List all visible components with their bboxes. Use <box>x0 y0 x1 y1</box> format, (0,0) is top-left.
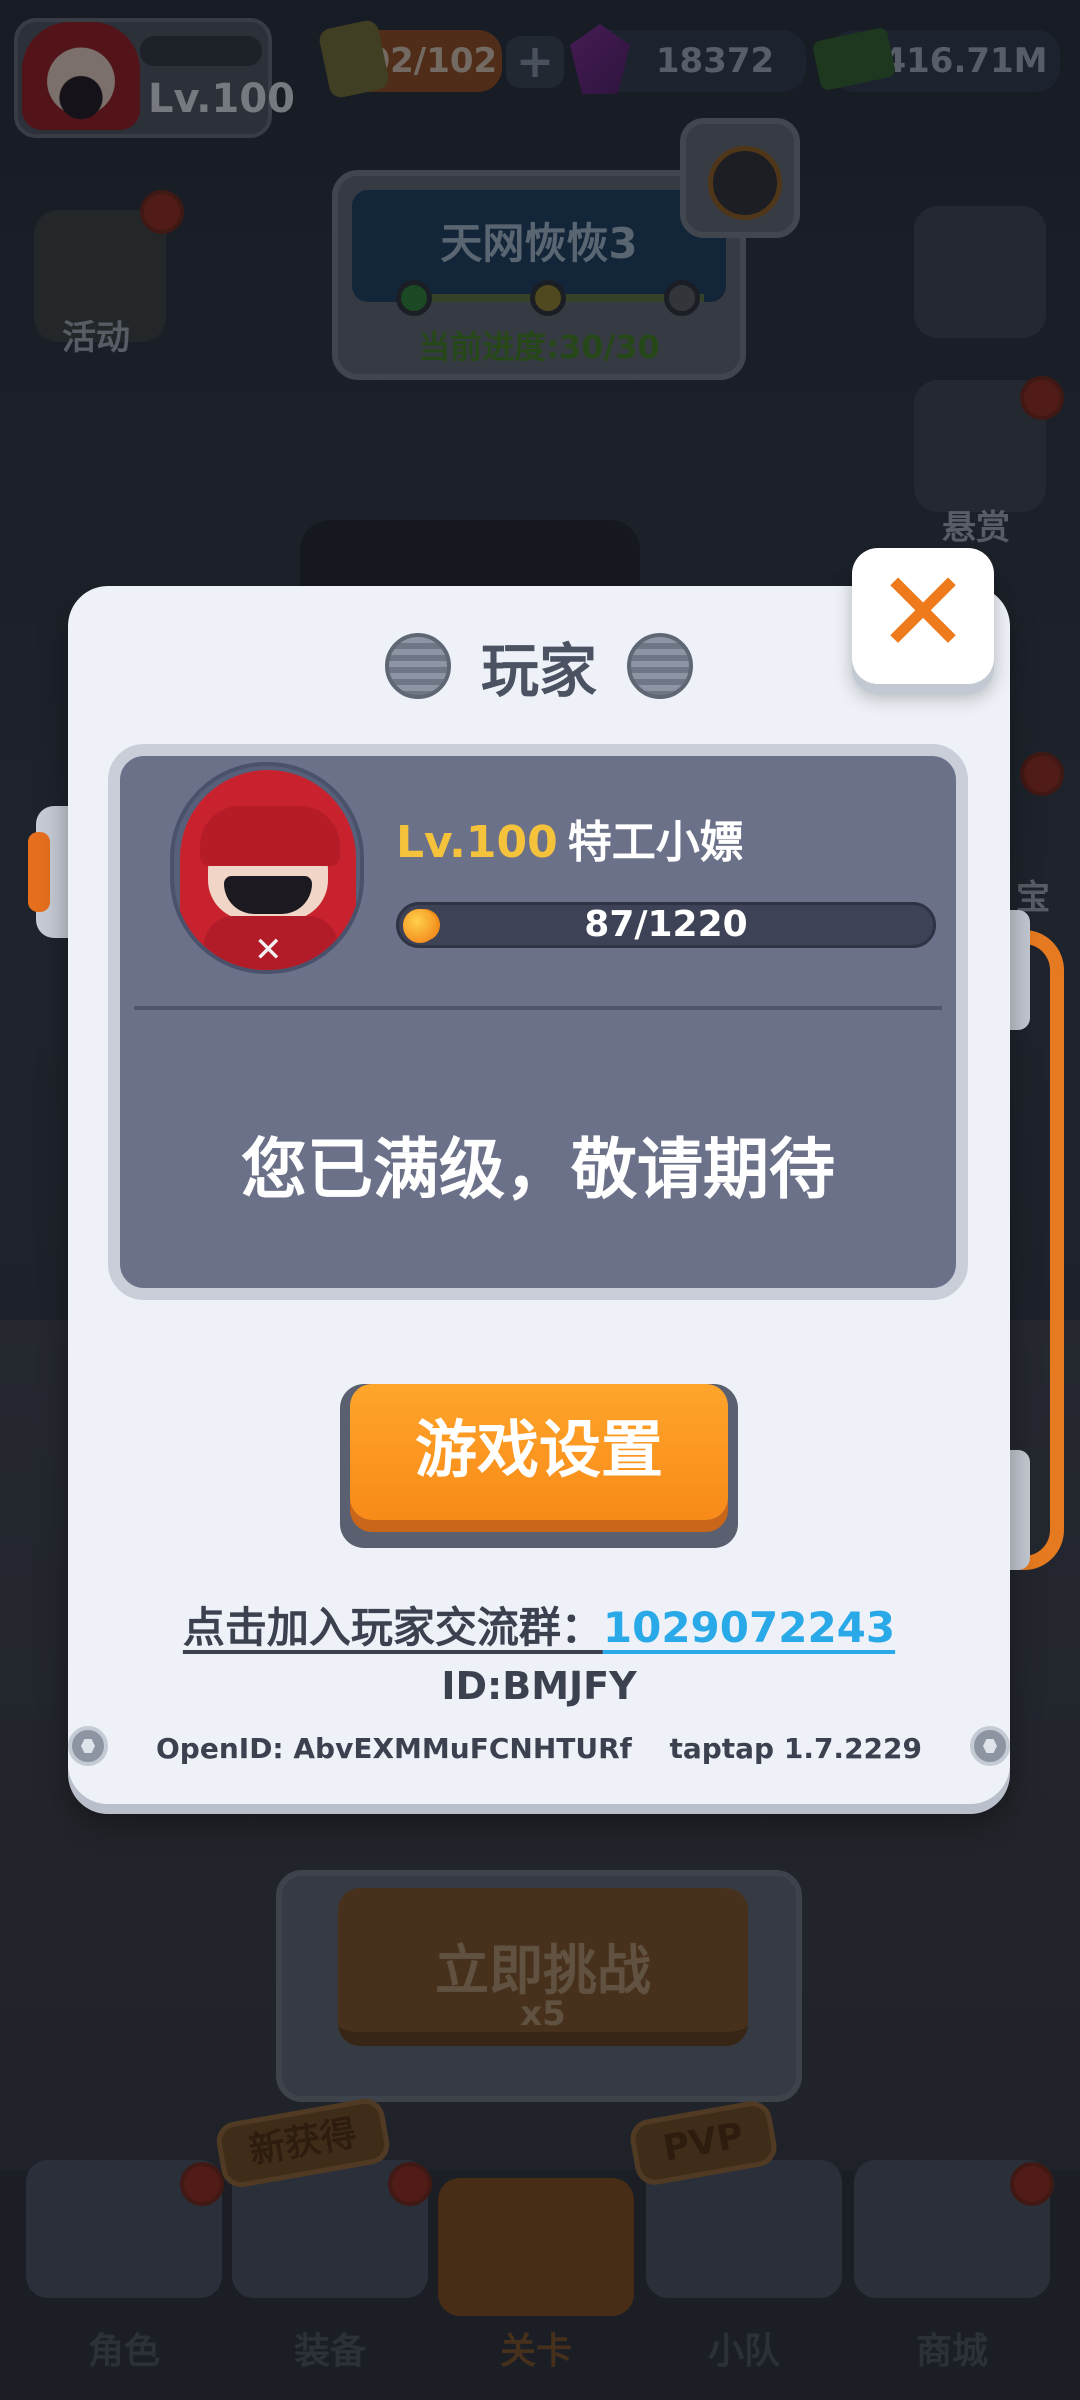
game-settings-button[interactable]: 游戏设置 <box>350 1384 728 1520</box>
divider <box>134 1006 942 1010</box>
player-portrait <box>170 762 364 974</box>
xp-value: 87/1220 <box>584 904 748 945</box>
max-level-message: 您已满级，敬请期待 <box>241 1131 835 1208</box>
player-dialog: 玩家 Lv.100特工小嫖 87/1220 您已满级，敬请期待 游戏设置 点击加… <box>68 586 1010 1804</box>
screw-icon <box>68 1726 108 1766</box>
player-level-line: Lv.100 特工小嫖 <box>396 806 744 870</box>
player-id: ID:BMJFY <box>441 1664 637 1708</box>
portrait-mouth <box>224 876 312 914</box>
app-version: taptap 1.7.2229 <box>669 1732 922 1765</box>
player-level: Lv.100 <box>396 817 558 868</box>
join-group-label: 点击加入玩家交流群： <box>182 1603 603 1652</box>
close-button[interactable]: ✕ <box>852 548 994 684</box>
player-info-panel: Lv.100特工小嫖 87/1220 您已满级，敬请期待 <box>108 744 968 1300</box>
portrait-body <box>204 916 338 970</box>
open-id: OpenID: AbvEXMMuFCNHTURf <box>156 1732 632 1765</box>
game-settings-button-base: 游戏设置 <box>340 1384 738 1548</box>
player-name: 特工小嫖 <box>567 817 744 868</box>
portrait-hair <box>200 806 340 866</box>
bolt-icon <box>384 633 451 699</box>
bolt-icon <box>627 633 693 699</box>
dialog-title: 玩家 <box>480 637 597 705</box>
join-group-link[interactable]: 点击加入玩家交流群：1029072243 <box>68 1594 1010 1655</box>
join-group-number[interactable]: 1029072243 <box>603 1603 895 1652</box>
screw-icon <box>970 1726 1010 1766</box>
xp-progress-bar: 87/1220 <box>396 902 936 948</box>
